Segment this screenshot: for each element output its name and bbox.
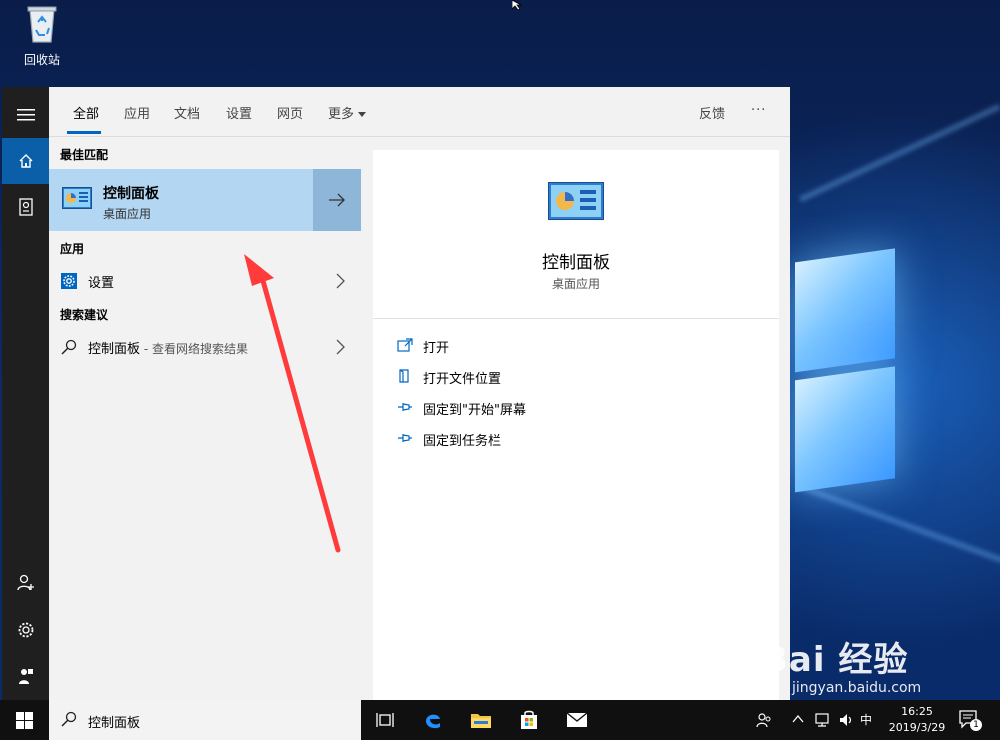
feedback-person-icon [18,669,33,684]
edge-button[interactable] [409,700,457,740]
windows-start-icon [16,711,33,729]
mouse-cursor-icon [512,0,523,10]
mail-button[interactable] [553,700,601,740]
preview-title: 控制面板 [542,253,610,273]
section-search-suggestions: 搜索建议 [60,308,109,322]
light-beam [799,103,1000,203]
notebook-icon [18,198,33,216]
tab-more-label: 更多 [328,107,355,122]
taskbar-search-text: 控制面板 [88,716,141,731]
search-icon [61,339,77,355]
tab-settings[interactable]: 设置 [226,103,252,122]
chevron-up-icon[interactable] [792,714,804,724]
task-view-icon [376,713,394,727]
tab-all[interactable]: 全部 [73,103,99,122]
light-beam [795,482,1000,564]
mail-icon [566,712,588,727]
clock[interactable]: 16:25 2019/3/29 [880,704,954,736]
start-rail [2,87,49,700]
baidu-watermark: Bai 经验 jingyan.baidu.com [752,628,1000,698]
file-location-icon [399,369,409,383]
chevron-right-icon[interactable] [335,273,345,289]
best-match-result[interactable]: 控制面板 桌面应用 [49,169,361,231]
action-open-label: 打开 [423,341,450,356]
store-bag-icon [521,710,537,729]
action-center-button[interactable]: 1 [958,709,984,731]
people-icon[interactable] [756,712,772,728]
arrow-right-icon [329,193,345,207]
file-explorer-button[interactable] [457,700,505,740]
more-options-button[interactable]: ··· [751,103,766,118]
hamburger-icon [16,109,35,121]
taskbar: 控制面板 中 16:25 2019/3/29 1 [0,700,1000,740]
clock-time: 16:25 [901,705,933,718]
best-match-subtitle: 桌面应用 [103,207,152,221]
task-view-button[interactable] [361,700,409,740]
control-panel-icon [548,182,604,220]
settings-gear-icon [61,273,77,289]
watermark-url: jingyan.baidu.com [792,680,922,696]
settings-rail-button[interactable] [2,607,49,653]
app-result-label: 设置 [88,276,115,291]
edge-browser-icon [426,714,440,729]
folder-icon [471,714,491,728]
tab-more[interactable]: 更多 [328,103,367,122]
home-button[interactable] [2,138,49,184]
web-suggestion-hint: - 查看网络搜索结果 [140,342,248,356]
clock-date: 2019/3/29 [888,721,946,734]
store-button[interactable] [505,700,553,740]
active-tab-indicator [67,131,101,134]
system-tray: 中 16:25 2019/3/29 1 [752,700,1000,740]
action-open-file-location-label: 打开文件位置 [423,372,502,387]
user-add-icon [16,574,34,591]
gear-icon [18,622,33,638]
volume-icon[interactable] [838,712,854,728]
tab-documents[interactable]: 文档 [174,103,200,122]
home-icon [19,154,32,168]
recycle-bin-label: 回收站 [23,53,60,67]
section-best-match: 最佳匹配 [60,148,109,162]
section-apps: 应用 [60,242,85,256]
action-pin-to-start-label: 固定到"开始"屏幕 [423,403,526,418]
result-preview-pane: 控制面板 桌面应用 打开 打开文件位置 固定到"开始"屏幕 固定到任务栏 [373,150,779,700]
network-icon[interactable] [814,712,830,728]
taskbar-search-box[interactable]: 控制面板 [49,700,361,740]
tab-web[interactable]: 网页 [277,103,303,122]
filter-tabs: 全部 应用 文档 设置 网页 更多 反馈 ··· [49,87,790,137]
search-icon [61,711,77,727]
best-match-title: 控制面板 [103,186,159,202]
windows-logo-wallpaper [795,238,900,498]
control-panel-icon [62,187,92,209]
best-match-expand-button[interactable] [313,169,361,231]
pin-icon [398,434,412,442]
pin-icon [398,403,412,411]
user-add-button[interactable] [2,560,49,606]
recycle-bin-icon [27,6,57,43]
watermark-logo: Bai 经验 [762,640,909,680]
action-pin-to-taskbar-label: 固定到任务栏 [423,434,502,449]
web-suggestion-query: 控制面板 [88,342,141,357]
notification-count-badge: 1 [970,719,982,731]
start-button[interactable] [0,700,49,740]
web-suggestion-result[interactable]: 控制面板 - 查看网络搜索结果 [49,330,361,364]
recycle-bin[interactable]: 回收站 [14,0,70,68]
start-menu: 全部 应用 文档 设置 网页 更多 反馈 ··· 最佳匹配 控制面板 桌面应用 [0,87,790,700]
feedback-button[interactable]: 反馈 [699,103,725,122]
search-results-panel: 全部 应用 文档 设置 网页 更多 反馈 ··· 最佳匹配 控制面板 桌面应用 [49,87,790,700]
preview-subtitle: 桌面应用 [551,277,600,291]
notebook-button[interactable] [2,184,49,230]
feedback-hub-button[interactable] [2,653,49,699]
hamburger-menu-button[interactable] [2,92,49,138]
app-result-settings[interactable]: 设置 [49,264,361,298]
caret-down-icon [358,112,367,117]
chevron-right-icon[interactable] [335,339,345,355]
web-suggestion-label: 控制面板 - 查看网络搜索结果 [88,338,248,357]
open-icon [397,338,413,352]
input-method-indicator[interactable]: 中 [860,711,872,728]
divider [373,318,779,319]
tab-apps[interactable]: 应用 [124,103,150,122]
